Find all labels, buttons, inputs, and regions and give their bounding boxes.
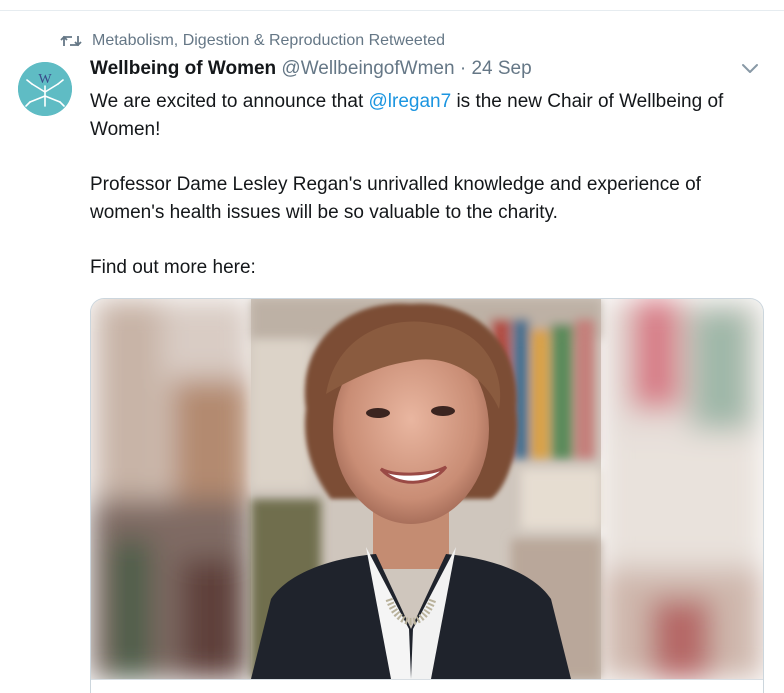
link-card[interactable] [90, 298, 764, 693]
separator-dot: · [459, 58, 467, 79]
retweet-icon [60, 32, 82, 50]
author-name[interactable]: Wellbeing of Women [90, 58, 276, 79]
tweet-text: We are excited to announce that @lregan7… [90, 88, 760, 309]
wellbeing-logo-icon: W [18, 62, 72, 116]
svg-text:W: W [38, 72, 52, 87]
tweet-paragraph-3: Find out more here: [90, 257, 256, 278]
avatar[interactable]: W [18, 62, 72, 116]
chevron-down-icon[interactable] [739, 60, 761, 78]
author-handle[interactable]: @WellbeingofWmen [281, 58, 454, 79]
tweet-date[interactable]: 24 Sep [471, 58, 531, 79]
tweet-header: Wellbeing of Women @WellbeingofWmen · 24… [90, 58, 532, 80]
retweet-context-text: Metabolism, Digestion & Reproduction Ret… [92, 32, 446, 49]
card-divider [91, 679, 763, 680]
card-image [91, 299, 763, 679]
tweet-paragraph-2: Professor Dame Lesley Regan's unrivalled… [90, 174, 701, 223]
tweet-paragraph-1: We are excited to announce that @lregan7… [90, 91, 724, 140]
top-divider [0, 10, 784, 11]
retweet-context[interactable]: Metabolism, Digestion & Reproduction Ret… [60, 30, 445, 52]
mention-link[interactable]: @lregan7 [369, 91, 452, 112]
